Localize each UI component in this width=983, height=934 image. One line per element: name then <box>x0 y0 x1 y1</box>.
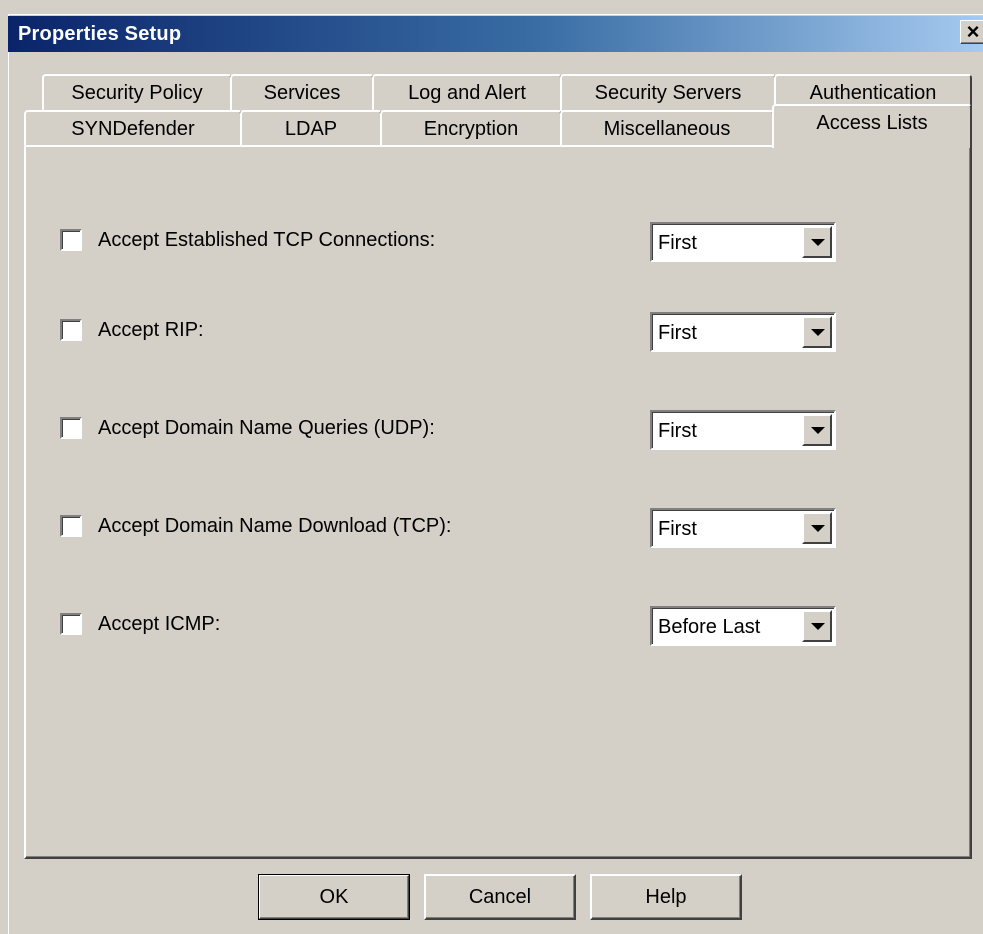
accept-dns-queries-label: Accept Domain Name Queries (UDP): <box>98 417 435 439</box>
dropdown-arrow-icon[interactable] <box>802 226 832 258</box>
tab-miscellaneous[interactable]: Miscellaneous <box>560 110 774 146</box>
accept-established-tcp-checkbox[interactable] <box>60 229 82 251</box>
ok-button[interactable]: OK <box>258 874 410 920</box>
title-bar[interactable]: Properties Setup × <box>8 16 983 52</box>
selected-value: First <box>658 420 697 442</box>
accept-dns-download-position-select[interactable]: First <box>650 508 836 548</box>
tab-ldap[interactable]: LDAP <box>240 110 382 146</box>
accept-icmp-position-select[interactable]: Before Last <box>650 606 836 646</box>
tab-security-policy[interactable]: Security Policy <box>42 74 232 112</box>
dropdown-arrow-icon[interactable] <box>802 316 832 348</box>
accept-icmp-checkbox[interactable] <box>60 613 82 635</box>
dropdown-arrow-icon[interactable] <box>802 512 832 544</box>
accept-dns-queries-position-select[interactable]: First <box>650 410 836 450</box>
tab-syndefender[interactable]: SYNDefender <box>24 110 242 146</box>
tab-security-servers[interactable]: Security Servers <box>560 74 776 112</box>
accept-established-tcp-position-select[interactable]: First <box>650 222 836 262</box>
selected-value: First <box>658 322 697 344</box>
window-title: Properties Setup <box>18 23 182 45</box>
tab-log-and-alert[interactable]: Log and Alert <box>372 74 562 112</box>
dropdown-arrow-icon[interactable] <box>802 414 832 446</box>
accept-dns-queries-checkbox[interactable] <box>60 417 82 439</box>
tab-encryption[interactable]: Encryption <box>380 110 562 146</box>
accept-icmp-label: Accept ICMP: <box>98 613 221 635</box>
accept-rip-position-select[interactable]: First <box>650 312 836 352</box>
accept-rip-label: Accept RIP: <box>98 319 204 341</box>
accept-dns-download-checkbox[interactable] <box>60 515 82 537</box>
accept-rip-checkbox[interactable] <box>60 319 82 341</box>
selected-value: Before Last <box>658 616 761 638</box>
dropdown-arrow-icon[interactable] <box>802 610 832 642</box>
close-button[interactable]: × <box>960 20 983 44</box>
help-button[interactable]: Help <box>590 874 742 920</box>
cancel-button[interactable]: Cancel <box>424 874 576 920</box>
accept-established-tcp-label: Accept Established TCP Connections: <box>98 229 436 251</box>
accept-dns-download-label: Accept Domain Name Download (TCP): <box>98 515 452 537</box>
tab-services[interactable]: Services <box>230 74 374 112</box>
tab-access-lists[interactable]: Access Lists <box>772 104 972 148</box>
selected-value: First <box>658 232 697 254</box>
selected-value: First <box>658 518 697 540</box>
